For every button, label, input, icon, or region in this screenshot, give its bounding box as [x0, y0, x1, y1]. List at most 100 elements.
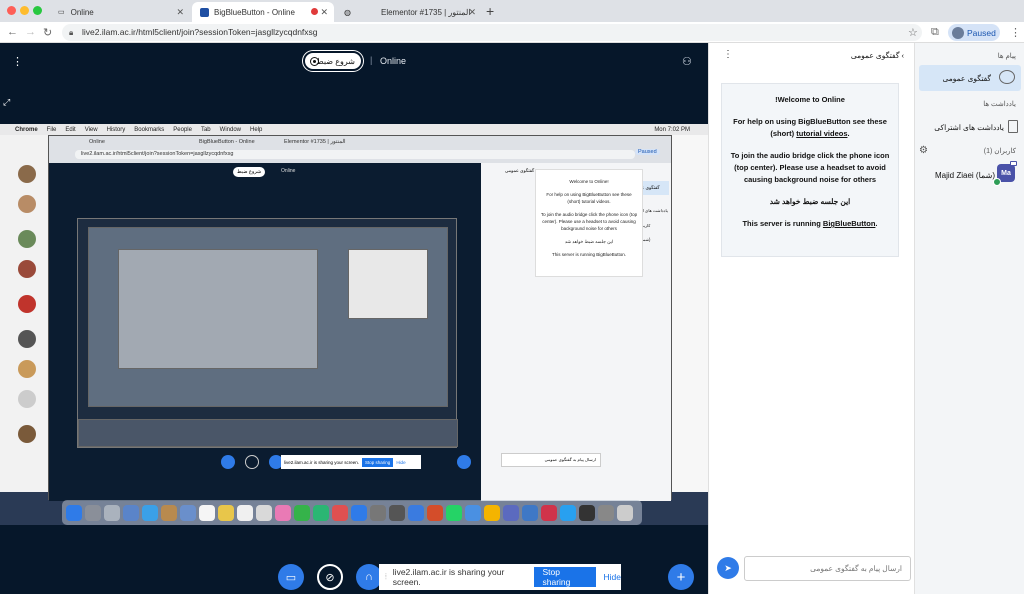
bigbluebutton-link[interactable]: BigBlueButton	[823, 219, 876, 228]
url-input[interactable]: 🔒︎ live2.ilam.ac.ir/html5client/join?ses…	[62, 24, 922, 41]
nested-tab-label: Elementor #1735 | المنتور	[284, 139, 346, 145]
app-icon	[180, 504, 196, 521]
chat-input[interactable]	[744, 556, 911, 581]
user-list-panel: پیام ها گفتگوی عمومی یادداشت ها یادداشت …	[914, 43, 1024, 594]
terminal-icon	[579, 504, 595, 521]
public-chat-label: گفتگوی عمومی	[942, 73, 991, 83]
app-icon	[522, 504, 538, 521]
nested-hide: Hide	[396, 459, 406, 465]
tab-online[interactable]: ▭ Online ✕	[50, 2, 190, 22]
calendar-icon	[199, 504, 215, 521]
close-tab-icon[interactable]: ✕	[468, 7, 476, 18]
public-chat-item[interactable]: گفتگوی عمومی	[919, 65, 1021, 91]
safari-icon	[142, 504, 158, 521]
browser-menu-icon[interactable]: ⋮	[1010, 26, 1021, 39]
chat-bubble-icon	[999, 70, 1015, 84]
profile-status: Paused	[967, 27, 996, 38]
record-notice: این جلسه ضبط خواهد شد	[769, 197, 851, 206]
user-name[interactable]: Majid Ziaei (شما)	[935, 171, 995, 180]
microphone-icon	[993, 178, 1001, 186]
actions-button[interactable]: +	[668, 564, 694, 590]
nested-welcome-line: This server is running BigBlueButton.	[551, 252, 627, 257]
extensions-icon[interactable]: ⧉	[931, 26, 939, 39]
welcome-title: Welcome to Online!	[775, 95, 845, 104]
notes-icon	[218, 504, 234, 521]
nested-welcome-line: To join the audio bridge click the phone…	[540, 212, 638, 231]
shared-notes-item[interactable]: یادداشت های اشتراکی	[934, 123, 1004, 132]
chat-panel: ⋮ گفتگوی عمومی ‹ Welcome to Online! For …	[708, 43, 914, 594]
menu-item: History	[106, 126, 126, 133]
audio-instructions: To join the audio bridge click the phone…	[730, 151, 890, 184]
record-button[interactable]: شروع ضبط	[303, 51, 363, 71]
new-tab-icon[interactable]: +	[486, 3, 494, 19]
record-label: شروع ضبط	[316, 56, 355, 66]
drag-handle-icon[interactable]: ⦙	[385, 572, 387, 582]
nested-record: شروع ضبط	[233, 167, 266, 177]
server-line: This server is running BigBlueButton.	[730, 218, 890, 230]
chat-header[interactable]: گفتگوی عمومی ‹	[851, 51, 904, 60]
tab-bigbluebutton[interactable]: BigBlueButton - Online ✕	[192, 2, 334, 22]
user-list-toggle-icon[interactable]: ⚇	[682, 55, 692, 68]
messages-icon	[294, 504, 310, 521]
close-window-icon[interactable]	[7, 6, 16, 15]
hide-button[interactable]: Hide	[604, 572, 621, 582]
chat-title: گفتگوی عمومی	[850, 51, 900, 60]
nested-camera-icon	[245, 455, 259, 469]
profile-avatar	[952, 26, 964, 39]
nested-desktop-icon	[221, 455, 235, 469]
nested-title: Online	[281, 168, 296, 174]
bookmark-star-icon[interactable]: ☆	[908, 26, 918, 39]
reload-icon[interactable]: ↻	[43, 26, 52, 39]
gear-icon[interactable]: ⚙	[919, 145, 928, 156]
back-icon[interactable]: ←	[7, 26, 18, 38]
user-avatar[interactable]: Ma	[993, 161, 1017, 186]
app-icon	[541, 504, 557, 521]
minimize-window-icon[interactable]	[20, 6, 29, 15]
messages-section-title: پیام ها	[997, 53, 1016, 60]
avatar	[18, 260, 36, 278]
chat-options-icon[interactable]: ⋮	[723, 49, 733, 60]
nested-plus-icon	[457, 455, 471, 469]
users-section-title: کاربران (1)	[983, 148, 1016, 155]
record-icon	[310, 57, 319, 66]
app-icon	[256, 504, 272, 521]
tab-label: Elementor #1735 | المنتور	[380, 7, 471, 17]
menu-item: Window	[219, 126, 241, 133]
address-bar-row: ← → ↻ 🔒︎ live2.ilam.ac.ir/html5client/jo…	[0, 22, 1024, 43]
close-tab-icon[interactable]: ✕	[320, 7, 328, 18]
welcome-message: Welcome to Online! For help on using Big…	[721, 83, 899, 257]
word-icon	[408, 504, 424, 521]
server-text: This server is running	[742, 219, 823, 228]
nested-browser-chrome: Online BigBlueButton - Online Elementor …	[49, 136, 671, 163]
menu-item: Chrome	[15, 126, 38, 133]
avatar	[18, 390, 36, 408]
send-button[interactable]: ➤	[717, 557, 739, 579]
app-icon	[332, 504, 348, 521]
camera-off-icon: ⊘	[325, 571, 335, 584]
nested-url: live2.ilam.ac.ir/html5client/join?sessio…	[75, 150, 635, 159]
trash-icon	[617, 504, 633, 521]
fullscreen-icon[interactable]: ⤢	[3, 97, 10, 108]
close-tab-icon[interactable]: ✕	[176, 7, 184, 18]
nested-screenshare	[77, 218, 458, 448]
profile-button[interactable]: Paused	[948, 24, 1000, 41]
options-menu-icon[interactable]: ⋮	[12, 55, 23, 68]
avatar	[18, 195, 36, 213]
tab-elementor[interactable]: ◍ Elementor #1735 | المنتور ✕	[336, 2, 482, 22]
app-icon	[161, 504, 177, 521]
tab-label: BigBlueButton - Online	[214, 7, 295, 17]
desktop-share-button[interactable]: ▭	[278, 564, 304, 590]
nested-chat-header: گفتگوی عمومی	[505, 168, 535, 173]
menu-item: View	[84, 126, 98, 133]
chrome-icon	[484, 504, 500, 521]
finder-icon	[66, 504, 82, 521]
forward-icon[interactable]: →	[25, 26, 36, 38]
whatsapp-icon	[446, 504, 462, 521]
user-initials: Ma	[1001, 169, 1011, 177]
stop-sharing-button[interactable]: Stop sharing	[534, 567, 596, 587]
notes-section-title: یادداشت ها	[983, 101, 1016, 108]
maximize-window-icon[interactable]	[33, 6, 42, 15]
tutorial-videos-link[interactable]: tutorial videos	[796, 129, 847, 138]
desktop-icon: ▭	[285, 571, 297, 584]
video-button[interactable]: ⊘	[317, 564, 343, 590]
